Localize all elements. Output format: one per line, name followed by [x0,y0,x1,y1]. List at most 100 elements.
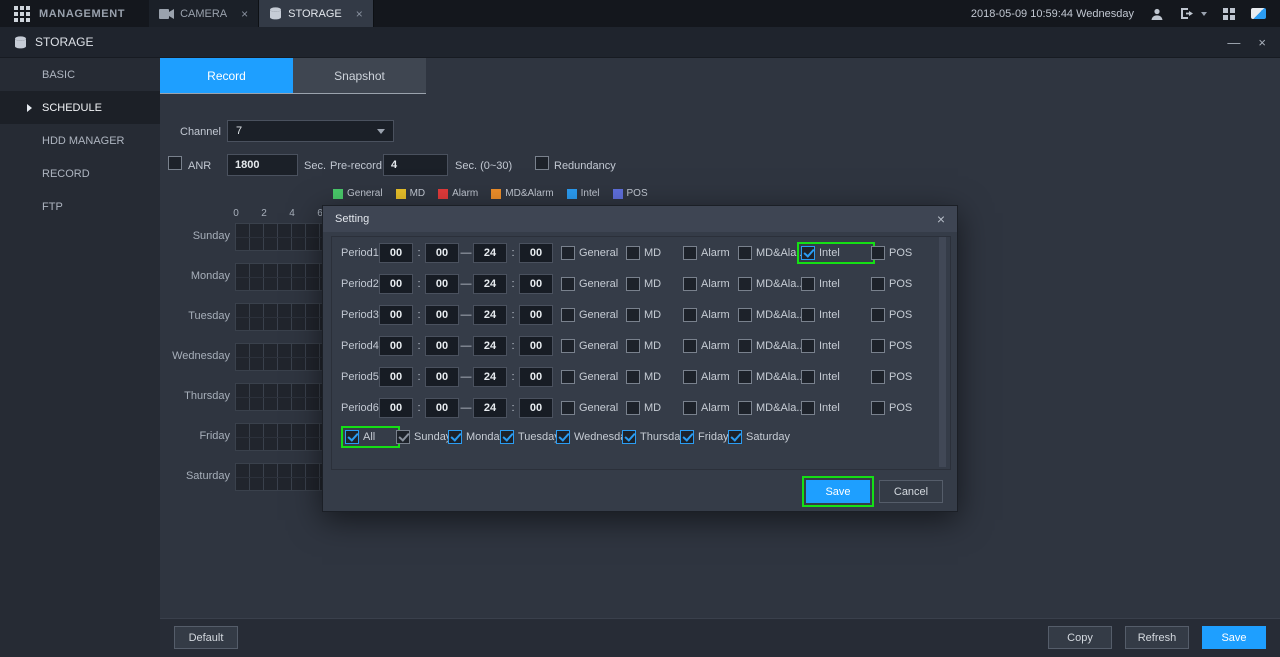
close-icon[interactable]: × [1258,35,1266,50]
chevron-down-icon[interactable] [1201,12,1207,16]
default-button[interactable]: Default [174,626,238,649]
start-minute-input[interactable] [425,336,459,356]
md-checkbox[interactable] [626,401,640,415]
end-minute-input[interactable] [519,336,553,356]
md-checkbox[interactable] [626,339,640,353]
all-checkbox[interactable] [345,430,359,444]
end-minute-input[interactable] [519,305,553,325]
end-minute-input[interactable] [519,398,553,418]
alarm-checkbox[interactable] [683,370,697,384]
wednesday-checkbox[interactable] [556,430,570,444]
start-hour-input[interactable] [379,367,413,387]
end-hour-input[interactable] [473,336,507,356]
check-group-md: MD [626,277,683,291]
close-storage-tab-icon[interactable]: × [356,7,363,21]
intel-checkbox[interactable] [801,246,815,260]
end-hour-input[interactable] [473,243,507,263]
display-icon[interactable] [1251,8,1266,19]
general-checkbox[interactable] [561,401,575,415]
tuesday-checkbox[interactable] [500,430,514,444]
check-label: POS [889,340,912,352]
alarm-checkbox[interactable] [683,401,697,415]
tab-camera[interactable]: CAMERA × [149,0,259,27]
md-ala--checkbox[interactable] [738,370,752,384]
pos-checkbox[interactable] [871,401,885,415]
pos-checkbox[interactable] [871,308,885,322]
logout-icon[interactable] [1180,7,1195,20]
pos-checkbox[interactable] [871,277,885,291]
start-hour-input[interactable] [379,274,413,294]
general-checkbox[interactable] [561,246,575,260]
dialog-save-button[interactable]: Save [806,480,870,503]
general-checkbox[interactable] [561,370,575,384]
intel-checkbox[interactable] [801,339,815,353]
start-minute-input[interactable] [425,367,459,387]
sidebar-item-basic[interactable]: BASIC [0,58,160,91]
md-checkbox[interactable] [626,246,640,260]
pos-checkbox[interactable] [871,339,885,353]
sunday-checkbox[interactable] [396,430,410,444]
general-checkbox[interactable] [561,339,575,353]
grid-icon[interactable] [1223,8,1235,20]
dialog-cancel-button[interactable]: Cancel [879,480,943,503]
intel-checkbox[interactable] [801,401,815,415]
alarm-checkbox[interactable] [683,277,697,291]
alarm-checkbox[interactable] [683,339,697,353]
check-group-intel: Intel [801,339,871,353]
start-minute-input[interactable] [425,274,459,294]
alarm-checkbox[interactable] [683,308,697,322]
intel-checkbox[interactable] [801,370,815,384]
md-ala--checkbox[interactable] [738,339,752,353]
day-check-label: Sunday [414,431,451,443]
monday-checkbox[interactable] [448,430,462,444]
end-hour-input[interactable] [473,274,507,294]
sidebar-item-hdd-manager[interactable]: HDD MANAGER [0,124,160,157]
apps-grid-icon[interactable] [14,6,30,22]
end-minute-input[interactable] [519,367,553,387]
friday-checkbox[interactable] [680,430,694,444]
sidebar-item-record[interactable]: RECORD [0,157,160,190]
alarm-checkbox[interactable] [683,246,697,260]
close-camera-tab-icon[interactable]: × [241,7,248,21]
camera-icon [159,9,174,19]
general-checkbox[interactable] [561,308,575,322]
intel-checkbox[interactable] [801,277,815,291]
md-ala--checkbox[interactable] [738,246,752,260]
md-ala--checkbox[interactable] [738,308,752,322]
start-hour-input[interactable] [379,336,413,356]
minimize-icon[interactable]: — [1227,35,1240,50]
dialog-close-icon[interactable]: × [937,211,945,227]
md-ala--checkbox[interactable] [738,401,752,415]
intel-checkbox[interactable] [801,308,815,322]
save-button[interactable]: Save [1202,626,1266,649]
md-checkbox[interactable] [626,370,640,384]
start-hour-input[interactable] [379,243,413,263]
pos-checkbox[interactable] [871,370,885,384]
check-group-md: MD [626,308,683,322]
refresh-button[interactable]: Refresh [1125,626,1189,649]
end-hour-input[interactable] [473,305,507,325]
start-minute-input[interactable] [425,243,459,263]
md-ala--checkbox[interactable] [738,277,752,291]
end-hour-input[interactable] [473,398,507,418]
thursday-checkbox[interactable] [622,430,636,444]
start-hour-input[interactable] [379,398,413,418]
md-checkbox[interactable] [626,308,640,322]
check-group-alarm: Alarm [683,401,738,415]
pos-checkbox[interactable] [871,246,885,260]
start-minute-input[interactable] [425,305,459,325]
general-checkbox[interactable] [561,277,575,291]
end-minute-input[interactable] [519,243,553,263]
end-minute-input[interactable] [519,274,553,294]
start-minute-input[interactable] [425,398,459,418]
tab-storage[interactable]: STORAGE × [259,0,374,27]
md-checkbox[interactable] [626,277,640,291]
saturday-checkbox[interactable] [728,430,742,444]
sidebar-item-schedule[interactable]: SCHEDULE [0,91,160,124]
copy-button[interactable]: Copy [1048,626,1112,649]
sidebar-item-label: SCHEDULE [42,102,102,114]
sidebar-item-ftp[interactable]: FTP [0,190,160,223]
end-hour-input[interactable] [473,367,507,387]
user-icon[interactable] [1150,7,1164,21]
start-hour-input[interactable] [379,305,413,325]
